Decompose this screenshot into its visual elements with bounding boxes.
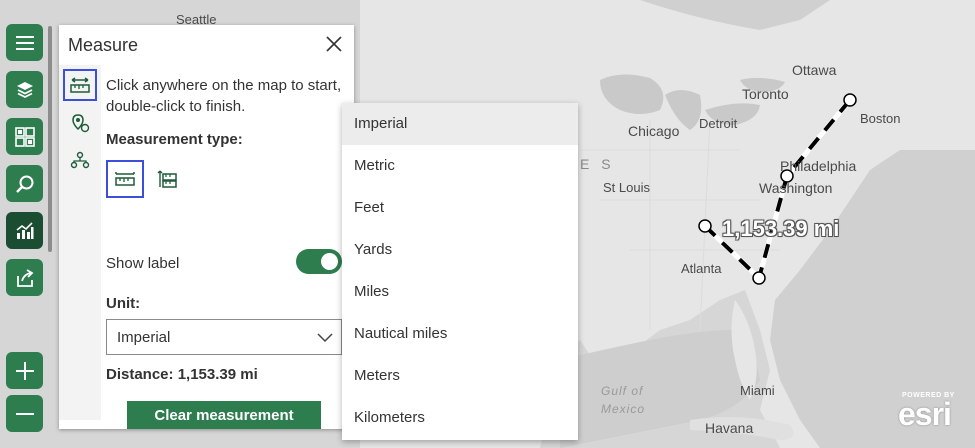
measurement-type-label: Measurement type: [106,131,243,148]
area-ruler-icon [157,170,177,188]
map-label-atlanta: Atlanta [681,261,722,276]
esri-logo[interactable]: POWERED BY esri [898,392,970,432]
clear-measurement-button[interactable]: Clear measurement [127,401,321,429]
measurement-label: 1,153.39 mi [722,216,840,241]
map-label-havana: Havana [705,420,754,436]
menu-icon [15,35,34,50]
search-button[interactable] [6,165,43,202]
unit-option-nautical-miles[interactable]: Nautical miles [342,313,578,355]
map-label-gulf: Gulf of [601,384,644,398]
unit-option-meters[interactable]: Meters [342,355,578,397]
unit-option-yards[interactable]: Yards [342,229,578,271]
unit-option-kilometers[interactable]: Kilometers [342,397,578,439]
measure-panel: Measure Click anywhere on the map to sta… [59,25,354,429]
map-label-toronto: Toronto [742,86,789,102]
map-label-region: E S [580,156,615,172]
map-label-detroit: Detroit [699,116,738,131]
unit-option-feet[interactable]: Feet [342,187,578,229]
menu-button[interactable] [6,24,43,61]
toggle-knob [321,253,338,270]
panel-header: Measure [59,25,354,65]
panel-title: Measure [68,35,139,55]
tab-elevation[interactable] [63,145,97,177]
distance-result: Distance: 1,153.39 mi [106,366,258,383]
tool-rail [0,0,52,448]
esri-wordmark: esri [898,396,952,432]
panel-side-tabs [59,65,101,420]
show-label-toggle[interactable] [296,249,342,274]
basemap-gallery-icon [14,126,35,147]
map-label-washington: Washington [759,180,833,196]
layers-button[interactable] [6,71,43,108]
map-label-miami: Miami [740,383,775,398]
search-icon [15,175,33,193]
map-label-chicago: Chicago [628,123,680,139]
map-label-ottawa: Ottawa [792,62,837,78]
map-label-boston: Boston [860,111,901,126]
map-label-mexico: Mexico [601,402,646,416]
tab-distance[interactable] [63,69,97,101]
analysis-icon [16,221,33,239]
location-measure-icon [72,114,90,133]
show-label-text: Show label [106,255,180,272]
minus-icon [15,412,34,415]
distance-ruler-icon [115,172,135,186]
zoom-in-button[interactable] [6,352,43,389]
unit-option-metric[interactable]: Metric [342,145,578,187]
layers-icon [16,81,33,98]
zoom-out-button[interactable] [6,395,43,432]
distance-type-button[interactable] [106,160,144,198]
unit-option-imperial[interactable]: Imperial [342,103,578,145]
map-label-philadelphia: Philadelphia [780,158,857,174]
plus-icon [15,361,34,380]
analysis-button[interactable] [6,212,43,249]
map-label-st-louis: St Louis [603,180,650,195]
basemap-gallery-button[interactable] [6,118,43,155]
close-icon[interactable] [325,35,343,53]
elevation-profile-icon [70,151,90,169]
unit-label: Unit: [106,295,141,312]
share-button[interactable] [6,259,43,296]
unit-select[interactable]: Imperial [106,319,342,355]
unit-dropdown: Imperial Metric Feet Yards Miles Nautica… [342,103,578,440]
unit-option-miles[interactable]: Miles [342,271,578,313]
chevron-down-icon [317,333,333,343]
instructions-text: Click anywhere on the map to start, doub… [106,77,342,115]
rail-scrollbar[interactable] [48,26,52,252]
share-icon [16,268,33,287]
distance-measure-icon [70,77,90,93]
tab-location[interactable] [63,107,97,139]
area-type-button[interactable] [148,160,186,198]
unit-select-value: Imperial [117,329,171,346]
